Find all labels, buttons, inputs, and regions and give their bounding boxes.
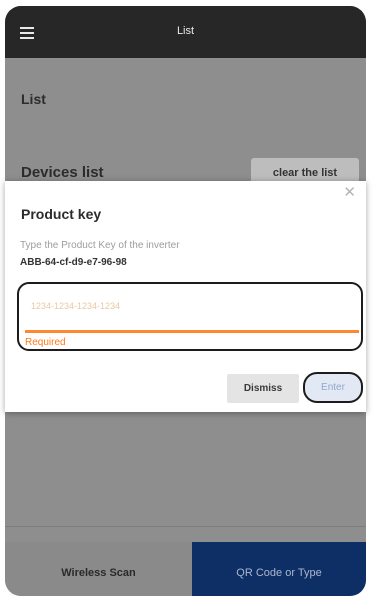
wireless-scan-tab[interactable]: Wireless Scan [5,542,192,596]
devices-list-title: Devices list [21,164,104,181]
dismiss-button[interactable]: Dismiss [227,374,299,403]
dialog-title: Product key [21,206,102,222]
product-key-input[interactable] [25,296,367,316]
required-error: Required [25,337,66,348]
bottom-nav: Wireless Scan QR Code or Type [5,542,366,596]
input-underline [25,330,359,333]
inverter-serial: ABB-64-cf-d9-e7-96-98 [20,257,127,268]
enter-button[interactable]: Enter [303,372,363,403]
dialog-description: Type the Product Key of the inverter [20,240,180,251]
product-key-dialog: ✕ Product key Type the Product Key of th… [5,181,367,412]
product-key-field: Required [17,282,367,351]
divider [5,526,366,527]
close-icon[interactable]: ✕ [343,185,356,200]
app-bar: List [5,6,366,58]
qr-code-tab[interactable]: QR Code or Type [192,542,366,596]
page-heading: List [21,91,46,107]
app-bar-title: List [176,25,195,37]
